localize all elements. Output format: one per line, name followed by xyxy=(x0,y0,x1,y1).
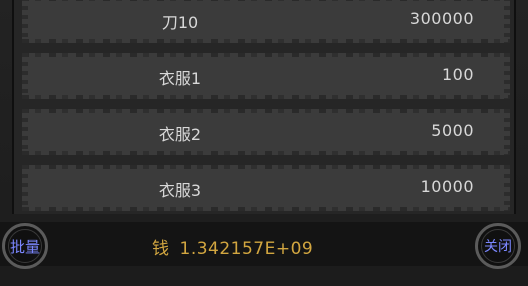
row-edge xyxy=(22,0,28,43)
item-value: 300000 xyxy=(409,9,474,28)
batch-button[interactable]: 批量 xyxy=(2,223,48,269)
list-item[interactable]: 衣服2 5000 xyxy=(22,109,510,155)
money-display: 钱 1.342157E+09 xyxy=(152,234,313,259)
shop-panel: 刀10 300000 衣服1 100 衣服2 5000 衣服3 10000 钱1… xyxy=(0,0,528,286)
row-edge xyxy=(22,53,28,99)
item-name: 衣服1 xyxy=(158,69,202,88)
item-name: 衣服3 xyxy=(158,181,202,200)
row-edge xyxy=(504,53,510,99)
row-edge xyxy=(22,109,28,155)
button-ring xyxy=(481,229,515,263)
list-item[interactable]: 衣服1 100 xyxy=(22,53,510,99)
button-ring xyxy=(8,229,42,263)
row-edge xyxy=(22,165,28,211)
money-value: 1.342157E+09 xyxy=(179,239,314,259)
row-edge xyxy=(504,165,510,211)
row-edge xyxy=(504,0,510,43)
item-list[interactable]: 刀10 300000 衣服1 100 衣服2 5000 衣服3 10000 xyxy=(12,0,516,214)
item-value: 100 xyxy=(441,65,474,84)
item-value: 5000 xyxy=(431,121,474,140)
money-label: 钱 xyxy=(152,239,170,259)
list-item[interactable]: 衣服3 10000 xyxy=(22,165,510,211)
item-name: 衣服2 xyxy=(158,125,202,144)
item-name: 刀10 xyxy=(161,13,199,32)
list-item[interactable]: 刀10 300000 xyxy=(22,0,510,43)
close-button[interactable]: 关闭 xyxy=(475,223,521,269)
row-edge xyxy=(504,109,510,155)
item-value: 10000 xyxy=(420,177,474,196)
